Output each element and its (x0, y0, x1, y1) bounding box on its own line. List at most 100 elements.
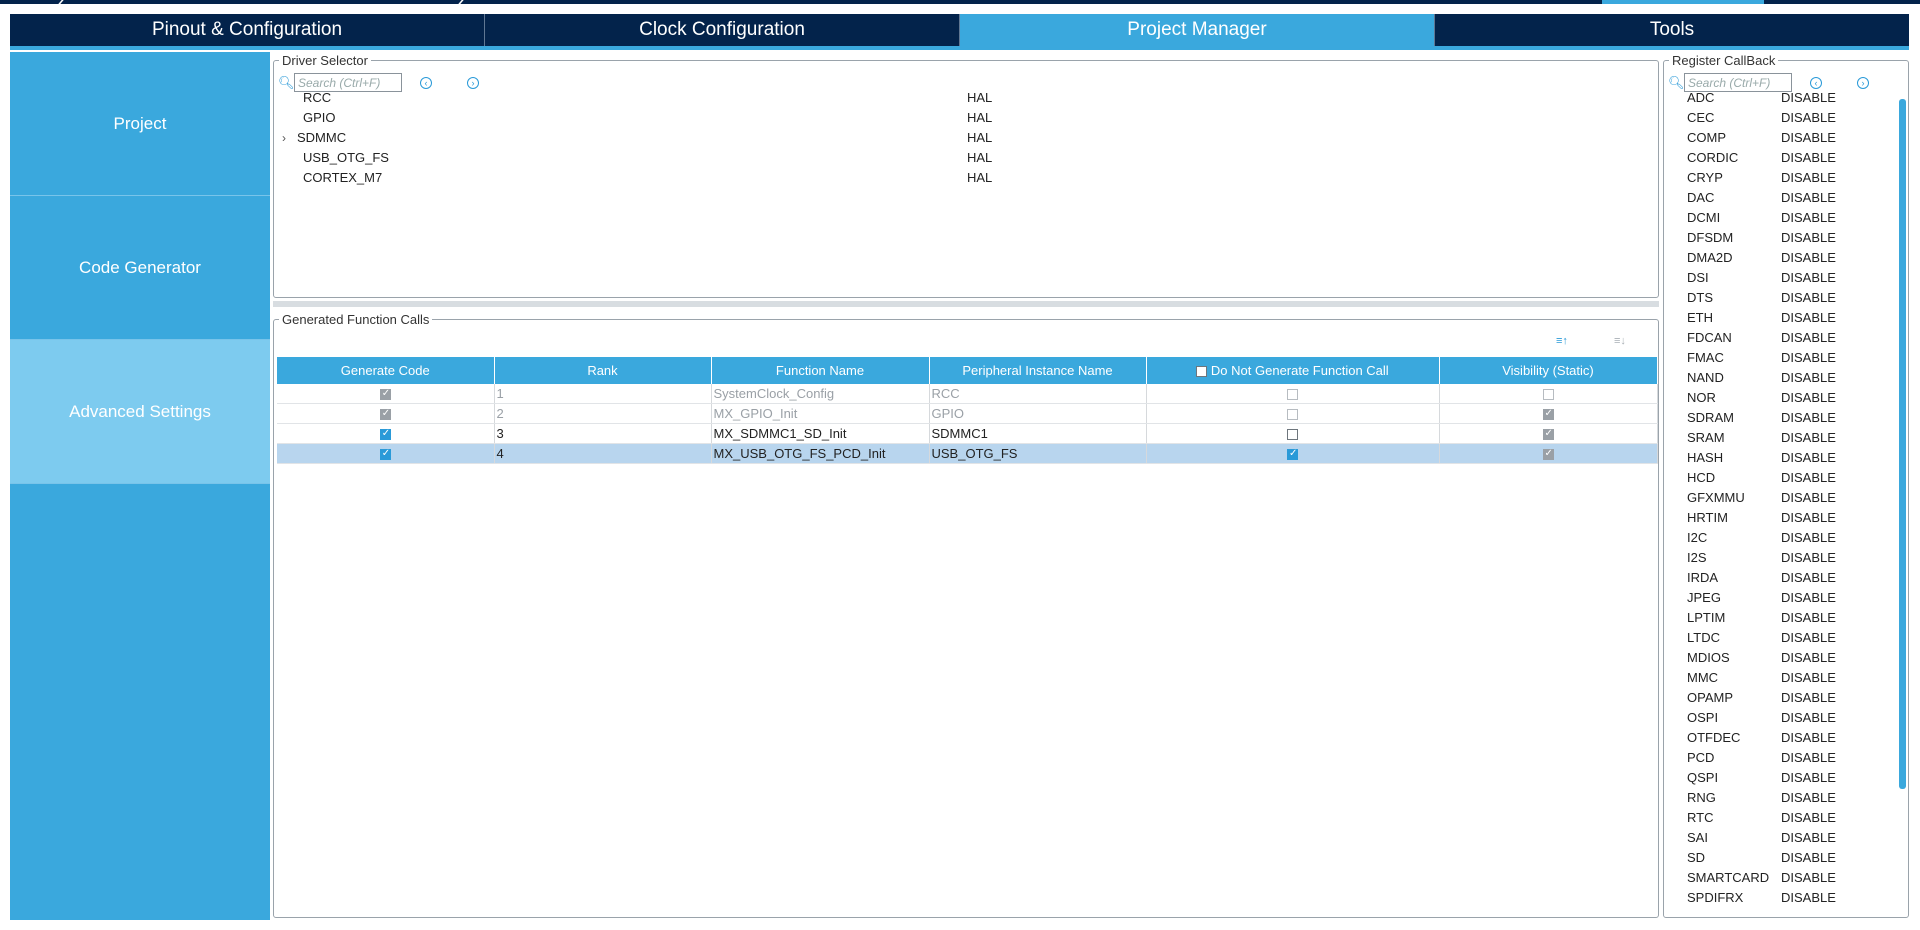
generate-code-checkbox[interactable] (379, 448, 391, 461)
callback-row[interactable]: QSPI DISABLE (1664, 768, 1884, 788)
search-previous-icon[interactable]: ‹ (420, 76, 432, 89)
column-do-not-generate[interactable]: Do Not Generate Function Call (1146, 357, 1440, 384)
search-next-icon[interactable]: › (467, 76, 479, 89)
generate-code-checkbox[interactable] (379, 428, 391, 441)
callback-row[interactable]: OTFDEC DISABLE (1664, 728, 1884, 748)
sort-down-icon[interactable]: ≡↓ (1614, 335, 1626, 347)
driver-row[interactable]: GPIO HAL (274, 108, 1654, 128)
callback-value[interactable]: DISABLE (1781, 588, 1836, 608)
callback-value[interactable]: DISABLE (1781, 668, 1836, 688)
do-not-generate-checkbox[interactable] (1287, 448, 1298, 461)
callback-value[interactable]: DISABLE (1781, 108, 1836, 128)
callback-row[interactable]: I2C DISABLE (1664, 528, 1884, 548)
callback-row[interactable]: DAC DISABLE (1664, 188, 1884, 208)
callback-value[interactable]: DISABLE (1781, 808, 1836, 828)
callback-value[interactable]: DISABLE (1781, 328, 1836, 348)
search-next-icon[interactable]: › (1857, 76, 1869, 89)
callback-row[interactable]: LPTIM DISABLE (1664, 608, 1884, 628)
callback-value[interactable]: DISABLE (1781, 88, 1836, 108)
callback-value[interactable]: DISABLE (1781, 408, 1836, 428)
callback-row[interactable]: SDRAM DISABLE (1664, 408, 1884, 428)
callback-value[interactable]: DISABLE (1781, 868, 1836, 888)
callback-row[interactable]: NAND DISABLE (1664, 368, 1884, 388)
callback-value[interactable]: DISABLE (1781, 688, 1836, 708)
callback-value[interactable]: DISABLE (1781, 568, 1836, 588)
table-row[interactable]: 3 MX_SDMMC1_SD_Init SDMMC1 (277, 423, 1658, 444)
driver-row[interactable]: USB_OTG_FS HAL (274, 148, 1654, 168)
callback-row[interactable]: I2S DISABLE (1664, 548, 1884, 568)
callback-row[interactable]: ETH DISABLE (1664, 308, 1884, 328)
callback-value[interactable]: DISABLE (1781, 148, 1836, 168)
tab-clock-configuration[interactable]: Clock Configuration (485, 14, 960, 46)
tab-project-manager[interactable]: Project Manager (960, 14, 1435, 46)
callback-row[interactable]: IRDA DISABLE (1664, 568, 1884, 588)
callback-row[interactable]: DCMI DISABLE (1664, 208, 1884, 228)
callback-value[interactable]: DISABLE (1781, 608, 1836, 628)
driver-value[interactable]: HAL (967, 128, 992, 148)
visibility-checkbox[interactable] (1542, 428, 1554, 441)
callback-value[interactable]: DISABLE (1781, 768, 1836, 788)
do-not-generate-all-checkbox[interactable] (1196, 366, 1208, 378)
callback-row[interactable]: OPAMP DISABLE (1664, 688, 1884, 708)
callback-value[interactable]: DISABLE (1781, 368, 1836, 388)
callback-row[interactable]: DSI DISABLE (1664, 268, 1884, 288)
callback-value[interactable]: DISABLE (1781, 188, 1836, 208)
callback-value[interactable]: DISABLE (1781, 848, 1836, 868)
callback-value[interactable]: DISABLE (1781, 208, 1836, 228)
callback-row[interactable]: SD DISABLE (1664, 848, 1884, 868)
callback-row[interactable]: HCD DISABLE (1664, 468, 1884, 488)
callback-row[interactable]: GFXMMU DISABLE (1664, 488, 1884, 508)
callback-value[interactable]: DISABLE (1781, 548, 1836, 568)
column-rank[interactable]: Rank (494, 357, 712, 384)
chevron-right-icon[interactable]: › (282, 128, 286, 148)
callback-value[interactable]: DISABLE (1781, 628, 1836, 648)
callback-row[interactable]: CEC DISABLE (1664, 108, 1884, 128)
callback-row[interactable]: SPDIFRX DISABLE (1664, 888, 1884, 908)
callback-row[interactable]: LTDC DISABLE (1664, 628, 1884, 648)
callback-row[interactable]: OSPI DISABLE (1664, 708, 1884, 728)
callback-row[interactable]: FDCAN DISABLE (1664, 328, 1884, 348)
driver-row[interactable]: › SDMMC HAL (274, 128, 1654, 148)
callback-value[interactable]: DISABLE (1781, 228, 1836, 248)
table-row[interactable]: 4 MX_USB_OTG_FS_PCD_Init USB_OTG_FS (277, 443, 1658, 464)
callback-value[interactable]: DISABLE (1781, 468, 1836, 488)
callback-row[interactable]: FMAC DISABLE (1664, 348, 1884, 368)
callback-row[interactable]: MDIOS DISABLE (1664, 648, 1884, 668)
search-previous-icon[interactable]: ‹ (1810, 76, 1822, 89)
tab-tools[interactable]: Tools (1435, 14, 1909, 46)
callback-value[interactable]: DISABLE (1781, 788, 1836, 808)
callback-scrollbar-thumb[interactable] (1899, 99, 1906, 789)
driver-value[interactable]: HAL (967, 108, 992, 128)
callback-row[interactable]: SAI DISABLE (1664, 828, 1884, 848)
callback-row[interactable]: CORDIC DISABLE (1664, 148, 1884, 168)
callback-value[interactable]: DISABLE (1781, 348, 1836, 368)
callback-value[interactable]: DISABLE (1781, 528, 1836, 548)
column-generate-code[interactable]: Generate Code (277, 357, 495, 384)
callback-value[interactable]: DISABLE (1781, 128, 1836, 148)
sidebar-item-code-generator[interactable]: Code Generator (10, 196, 270, 340)
panel-splitter[interactable] (273, 301, 1659, 307)
callback-row[interactable]: MMC DISABLE (1664, 668, 1884, 688)
driver-value[interactable]: HAL (967, 148, 992, 168)
sidebar-item-project[interactable]: Project (10, 52, 270, 196)
column-peripheral-instance-name[interactable]: Peripheral Instance Name (929, 357, 1147, 384)
callback-value[interactable]: DISABLE (1781, 648, 1836, 668)
callback-row[interactable]: RTC DISABLE (1664, 808, 1884, 828)
callback-row[interactable]: HRTIM DISABLE (1664, 508, 1884, 528)
callback-value[interactable]: DISABLE (1781, 508, 1836, 528)
callback-row[interactable]: RNG DISABLE (1664, 788, 1884, 808)
tab-pinout-configuration[interactable]: Pinout & Configuration (10, 14, 485, 46)
callback-value[interactable]: DISABLE (1781, 248, 1836, 268)
driver-row[interactable]: RCC HAL (274, 88, 1654, 108)
callback-value[interactable]: DISABLE (1781, 268, 1836, 288)
callback-value[interactable]: DISABLE (1781, 728, 1836, 748)
visibility-checkbox[interactable] (1542, 448, 1554, 461)
driver-row[interactable]: CORTEX_M7 HAL (274, 168, 1654, 188)
callback-value[interactable]: DISABLE (1781, 308, 1836, 328)
callback-value[interactable]: DISABLE (1781, 488, 1836, 508)
callback-value[interactable]: DISABLE (1781, 748, 1836, 768)
do-not-generate-checkbox[interactable] (1287, 429, 1298, 441)
callback-value[interactable]: DISABLE (1781, 168, 1836, 188)
callback-row[interactable]: SRAM DISABLE (1664, 428, 1884, 448)
callback-value[interactable]: DISABLE (1781, 888, 1836, 908)
